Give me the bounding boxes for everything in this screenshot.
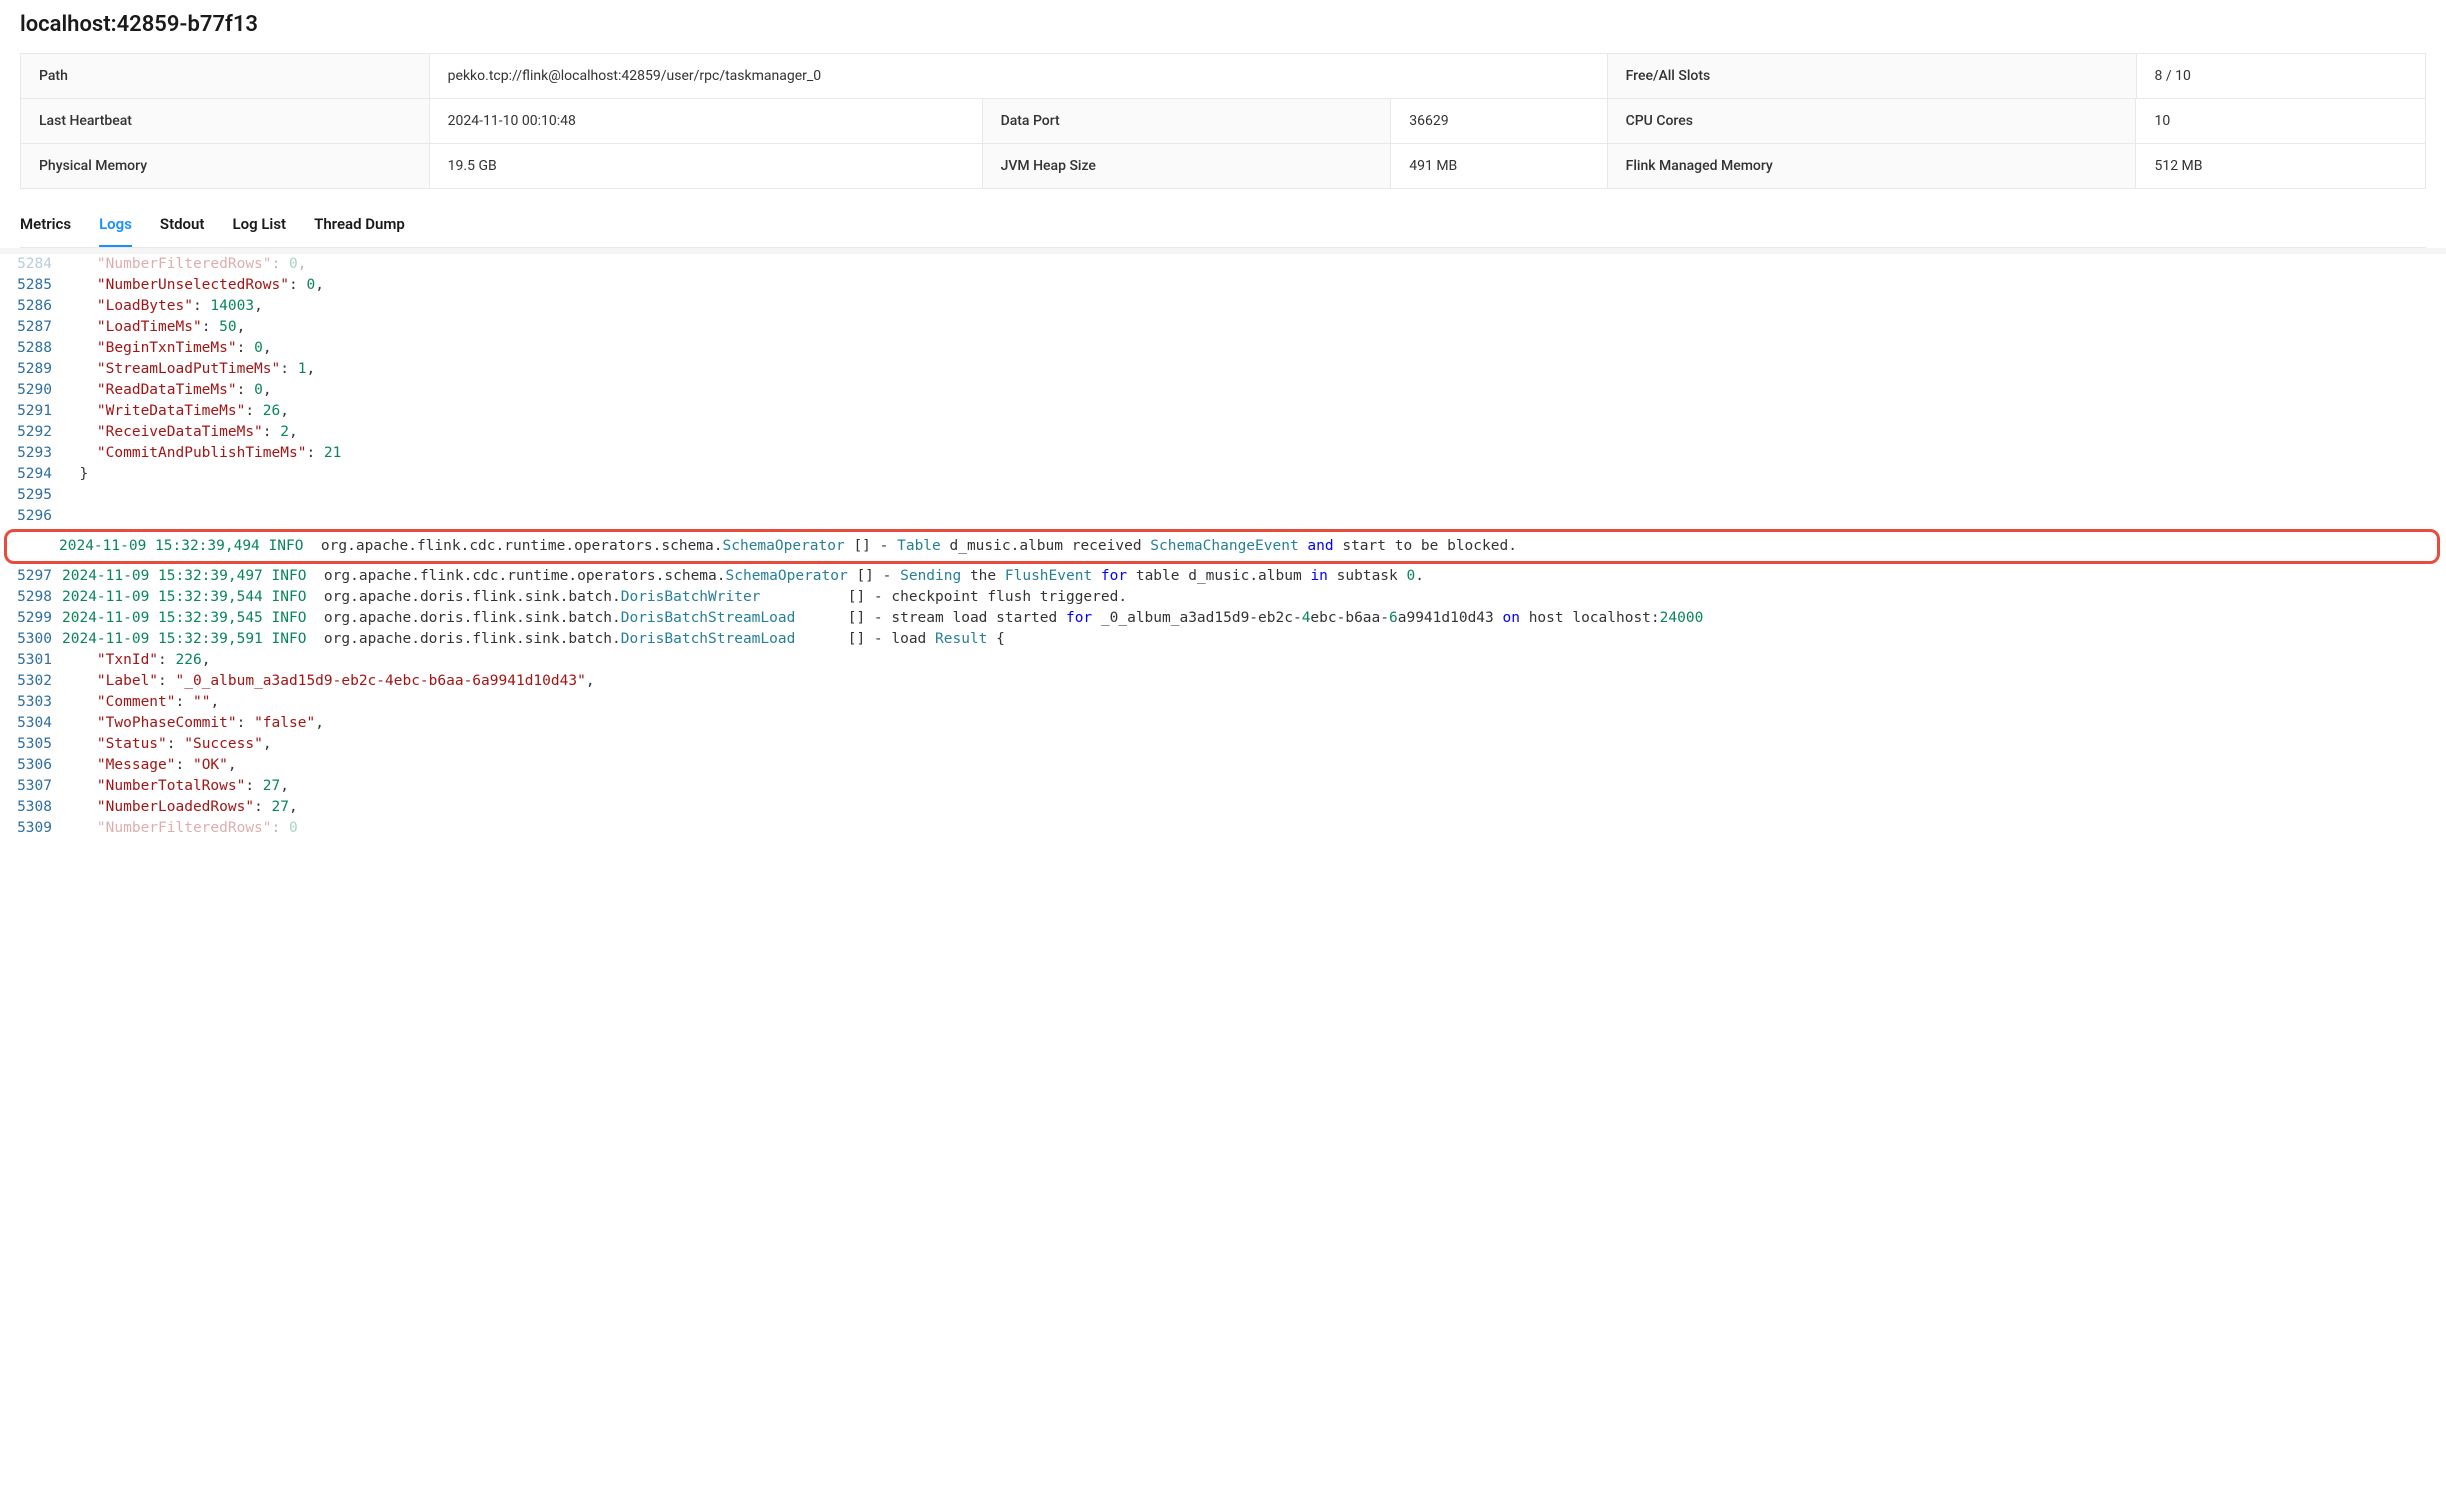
log-line: "ReadDataTimeMs": 0, <box>62 380 2446 401</box>
cpu-value: 10 <box>2136 99 2424 143</box>
log-line: "NumberFilteredRows": 0, <box>62 254 2446 275</box>
path-value: pekko.tcp://flink@localhost:42859/user/r… <box>430 54 1608 98</box>
slots-value: 8 / 10 <box>2137 54 2425 98</box>
tab-threaddump[interactable]: Thread Dump <box>314 207 405 247</box>
physmem-value: 19.5 GB <box>430 144 983 188</box>
table-row: Last Heartbeat 2024-11-10 00:10:48 Data … <box>21 99 2425 144</box>
line-number: 5296 <box>0 506 62 527</box>
log-line: "TxnId": 226, <box>62 650 2446 671</box>
jvmheap-value: 491 MB <box>1391 144 1607 188</box>
heartbeat-label: Last Heartbeat <box>21 99 430 143</box>
heartbeat-value: 2024-11-10 00:10:48 <box>430 99 983 143</box>
tab-stdout[interactable]: Stdout <box>160 207 205 247</box>
log-line: "Label": "_0_album_a3ad15d9-eb2c-4ebc-b6… <box>62 671 2446 692</box>
log-line: "NumberFilteredRows": 0 <box>62 818 2446 839</box>
line-number: 5289 <box>0 359 62 380</box>
line-number: 5309 <box>0 818 62 839</box>
log-panel: 5284 "NumberFilteredRows": 0, 5285 "Numb… <box>0 248 2446 839</box>
page-title: localhost:42859-b77f13 <box>20 12 2426 37</box>
log-line: "BeginTxnTimeMs": 0, <box>62 338 2446 359</box>
log-line-highlighted: 2024-11-09 15:32:39,494 INFO org.apache.… <box>59 536 2437 557</box>
log-line: "ReceiveDataTimeMs": 2, <box>62 422 2446 443</box>
line-number: 5292 <box>0 422 62 443</box>
tab-bar: Metrics Logs Stdout Log List Thread Dump <box>20 199 2426 248</box>
log-line: "NumberLoadedRows": 27, <box>62 797 2446 818</box>
log-line: "LoadTimeMs": 50, <box>62 317 2446 338</box>
log-line: "Message": "OK", <box>62 755 2446 776</box>
slots-label: Free/All Slots <box>1608 54 2137 98</box>
line-number: 5293 <box>0 443 62 464</box>
line-number: 5287 <box>0 317 62 338</box>
physmem-label: Physical Memory <box>21 144 430 188</box>
dataport-value: 36629 <box>1391 99 1607 143</box>
flinkmem-value: 512 MB <box>2136 144 2424 188</box>
log-line: "NumberTotalRows": 27, <box>62 776 2446 797</box>
log-line: } <box>62 464 2446 485</box>
line-number: 5297 <box>0 566 62 587</box>
tab-logs[interactable]: Logs <box>99 207 132 247</box>
log-line: 2024-11-09 15:32:39,544 INFO org.apache.… <box>62 587 2446 608</box>
line-number: 5304 <box>0 713 62 734</box>
log-line: "StreamLoadPutTimeMs": 1, <box>62 359 2446 380</box>
log-line <box>62 485 2446 506</box>
log-line: "LoadBytes": 14003, <box>62 296 2446 317</box>
line-number: 5302 <box>0 671 62 692</box>
path-label: Path <box>21 54 430 98</box>
log-line: 2024-11-09 15:32:39,497 INFO org.apache.… <box>62 566 2446 587</box>
line-number: 5286 <box>0 296 62 317</box>
log-line <box>62 506 2446 527</box>
line-number: 5306 <box>0 755 62 776</box>
line-number: 5284 <box>0 254 62 275</box>
line-number: 5298 <box>0 587 62 608</box>
log-line: "Comment": "", <box>62 692 2446 713</box>
tab-loglist[interactable]: Log List <box>232 207 286 247</box>
log-line: 2024-11-09 15:32:39,545 INFO org.apache.… <box>62 608 2446 629</box>
table-row: Path pekko.tcp://flink@localhost:42859/u… <box>21 54 2425 99</box>
log-line: "Status": "Success", <box>62 734 2446 755</box>
line-number: 5285 <box>0 275 62 296</box>
info-table: Path pekko.tcp://flink@localhost:42859/u… <box>20 53 2426 189</box>
log-line: "WriteDataTimeMs": 26, <box>62 401 2446 422</box>
dataport-label: Data Port <box>983 99 1392 143</box>
highlighted-log: . 2024-11-09 15:32:39,494 INFO org.apach… <box>4 529 2440 564</box>
line-number: 5295 <box>0 485 62 506</box>
line-number: 5305 <box>0 734 62 755</box>
line-number: 5294 <box>0 464 62 485</box>
line-number: 5288 <box>0 338 62 359</box>
table-row: Physical Memory 19.5 GB JVM Heap Size 49… <box>21 144 2425 188</box>
line-number: 5303 <box>0 692 62 713</box>
cpu-label: CPU Cores <box>1608 99 2137 143</box>
log-line: "CommitAndPublishTimeMs": 21 <box>62 443 2446 464</box>
log-line: "NumberUnselectedRows": 0, <box>62 275 2446 296</box>
line-number: 5308 <box>0 797 62 818</box>
log-line: 2024-11-09 15:32:39,591 INFO org.apache.… <box>62 629 2446 650</box>
line-number: 5301 <box>0 650 62 671</box>
line-number: 5299 <box>0 608 62 629</box>
line-number: 5300 <box>0 629 62 650</box>
line-number: 5290 <box>0 380 62 401</box>
flinkmem-label: Flink Managed Memory <box>1608 144 2137 188</box>
tab-metrics[interactable]: Metrics <box>20 207 71 247</box>
log-line: "TwoPhaseCommit": "false", <box>62 713 2446 734</box>
line-number: 5307 <box>0 776 62 797</box>
log-body[interactable]: 5284 "NumberFilteredRows": 0, 5285 "Numb… <box>0 254 2446 839</box>
line-number: 5291 <box>0 401 62 422</box>
jvmheap-label: JVM Heap Size <box>983 144 1392 188</box>
